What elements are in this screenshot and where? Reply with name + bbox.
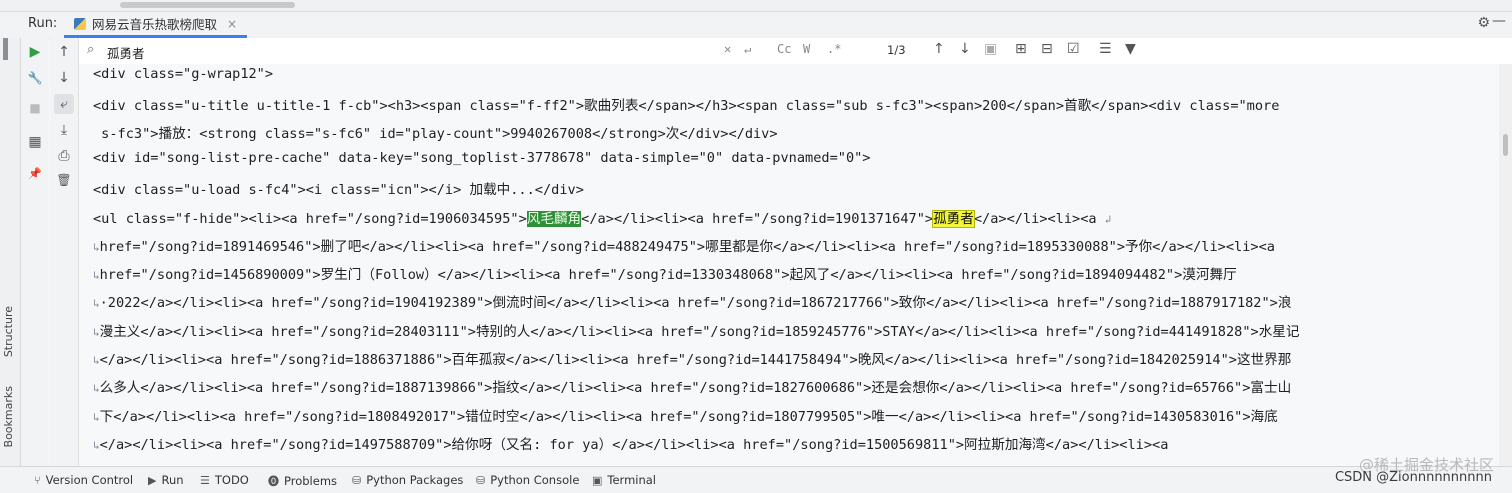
bottom-tool-bar: ⑂ Version Control ▶ Run ☰ TODO ⓿ Problems ⛁ P… xyxy=(0,466,1512,493)
code-fragment: <ul class="f-hide"><li><a href="/song?id… xyxy=(93,211,527,227)
select-all-matches-icon[interactable]: ▣ xyxy=(984,41,997,57)
whole-words-toggle[interactable]: W xyxy=(803,42,810,56)
horizontal-scrollbar[interactable] xyxy=(120,2,295,8)
soft-wrap-start-icon: ↳ xyxy=(93,354,100,367)
packages-icon: ⛁ xyxy=(352,473,362,487)
new-line-icon[interactable]: ↵ xyxy=(744,42,751,56)
tab-python-console[interactable]: ⛁ Python Console xyxy=(476,473,579,487)
python-console-icon: ⛁ xyxy=(476,473,486,487)
terminal-icon: ▣ xyxy=(592,473,603,487)
left-tool-strip: Structure Bookmarks xyxy=(0,38,21,466)
git-branch-icon: ⑂ xyxy=(34,473,41,487)
next-match-icon[interactable]: ↓ xyxy=(959,41,971,57)
run-toolbar-primary: ▶ 🔧 ■ ▦ 📌 xyxy=(21,38,49,466)
top-scroll-strip xyxy=(0,0,1512,12)
code-line: ↳漫主义</a></li><li><a href="/song?id=28403… xyxy=(93,324,1300,340)
tab-run[interactable]: ▶ Run xyxy=(148,473,184,487)
tab-version-control[interactable]: ⑂ Version Control xyxy=(34,473,133,487)
match-count: 1/3 xyxy=(887,43,906,57)
layout-icon[interactable]: ▦ xyxy=(25,132,45,152)
soft-wrap-start-icon: ↳ xyxy=(93,241,100,254)
code-fragment: </a></li><li><a href="/song?id=190137164… xyxy=(581,211,934,227)
tab-python-packages[interactable]: ⛁ Python Packages xyxy=(352,473,463,487)
match-case-toggle[interactable]: Cc xyxy=(777,42,791,56)
run-panel-header: Run: 网易云音乐热歌榜爬取 × ⚙ — xyxy=(0,12,1512,39)
tab-todo[interactable]: ☰ TODO xyxy=(200,473,249,487)
search-match-current: 孤勇者 xyxy=(932,210,975,228)
code-line: ↳</a></li><li><a href="/song?id=18863718… xyxy=(93,352,1292,368)
soft-wrap-start-icon: ↳ xyxy=(93,382,100,395)
clear-search-icon[interactable]: ✕ xyxy=(724,42,731,56)
soft-wrap-start-icon: ↳ xyxy=(93,439,100,452)
soft-wrap-start-icon: ↳ xyxy=(93,269,100,282)
code-line: ↳href="/song?id=1891469546">删了吧</a></li>… xyxy=(93,239,1275,255)
stop-icon[interactable]: ■ xyxy=(25,98,45,118)
list-icon: ☰ xyxy=(200,473,210,487)
select-occurrences-icon[interactable]: ☑ xyxy=(1067,41,1080,57)
code-line: ↳么多人</a></li><li><a href="/song?id=18871… xyxy=(93,380,1292,396)
code-line: <div class="u-load s-fc4"><i class="icn"… xyxy=(93,182,584,198)
remove-selection-icon[interactable]: ⊟ xyxy=(1041,41,1053,57)
search-match-other: 风毛麟角 xyxy=(526,211,582,227)
code-line: <div class="u-title u-title-1 f-cb"><h3>… xyxy=(93,98,1280,114)
code-line: ↳href="/song?id=1456890009">罗生门（Follow）<… xyxy=(93,267,1237,283)
soft-wrap-end-icon: ↲ xyxy=(1104,213,1112,226)
soft-wrap-start-icon: ↳ xyxy=(93,411,100,424)
code-line: ↳下</a></li><li><a href="/song?id=1808492… xyxy=(93,409,1278,425)
code-fragment: </a></li><li><a xyxy=(973,211,1097,227)
close-tab-icon[interactable]: × xyxy=(227,17,237,31)
run-label: Run: xyxy=(28,16,58,31)
soft-wrap-start-icon: ↳ xyxy=(93,297,100,310)
scrollbar-thumb[interactable] xyxy=(1503,134,1508,156)
soft-wrap-start-icon: ↳ xyxy=(93,326,100,339)
vertical-scrollbar[interactable] xyxy=(1499,64,1512,466)
code-line: <div class="g-wrap12"> xyxy=(93,66,274,82)
rerun-icon[interactable]: ▶ xyxy=(25,42,45,62)
search-input[interactable]: 孤勇者 xyxy=(107,43,145,62)
soft-wrap-icon[interactable]: ⤶ xyxy=(54,94,74,114)
tab-problems[interactable]: ⓿ Problems xyxy=(268,473,337,489)
run-icon: ▶ xyxy=(148,473,157,487)
pin-icon[interactable]: 📌 xyxy=(25,164,45,184)
code-line: ↳·2022</a></li><li><a href="/song?id=190… xyxy=(93,295,1292,311)
print-icon[interactable]: ⎙ xyxy=(54,146,74,166)
code-line-with-matches: <ul class="f-hide"><li><a href="/song?id… xyxy=(93,207,1112,228)
run-toolbar-secondary: ↑ ↓ ⤶ ⤓ ⎙ 🗑 xyxy=(50,38,79,466)
search-icon: ⌕ xyxy=(87,42,95,57)
regex-toggle[interactable]: .* xyxy=(827,42,841,56)
code-line: ↳</a></li><li><a href="/song?id=14975887… xyxy=(93,437,1169,453)
active-indicator xyxy=(3,38,8,60)
code-line: s-fc3">播放：<strong class="s-fc6" id="play… xyxy=(93,126,778,142)
add-selection-icon[interactable]: ⊞ xyxy=(1015,41,1027,57)
tab-terminal[interactable]: ▣ Terminal xyxy=(592,473,656,487)
wrench-icon[interactable]: 🔧 xyxy=(25,68,45,88)
trash-icon[interactable]: 🗑 xyxy=(54,170,74,190)
filter-lines-icon[interactable]: ☰ xyxy=(1099,41,1112,57)
console-output[interactable]: <div class="g-wrap12"> <div class="u-tit… xyxy=(79,64,1499,466)
scroll-to-end-icon[interactable]: ⤓ xyxy=(54,120,74,140)
bookmarks-tool-tab[interactable]: Bookmarks xyxy=(2,386,15,447)
minimize-icon[interactable]: — xyxy=(1492,13,1506,29)
find-bar: ⌕ 孤勇者 ✕ ↵ Cc W .* 1/3 ↑ ↓ ▣ ⊞ ⊟ ☑ ☰ ▼ xyxy=(79,38,1512,65)
previous-match-icon[interactable]: ↑ xyxy=(933,41,945,57)
python-file-icon xyxy=(74,17,86,30)
structure-tool-tab[interactable]: Structure xyxy=(2,306,15,357)
watermark-csdn: CSDN @Zionnnnnnnnnn xyxy=(1334,470,1492,485)
up-arrow-icon[interactable]: ↑ xyxy=(54,42,74,62)
run-tab-title: 网易云音乐热歌榜爬取 xyxy=(92,17,218,32)
code-line: <div id="song-list-pre-cache" data-key="… xyxy=(93,150,871,166)
run-tab[interactable]: 网易云音乐热歌榜爬取 × xyxy=(64,12,248,38)
settings-gear-icon[interactable]: ⚙ xyxy=(1477,15,1490,31)
problems-icon: ⓿ xyxy=(268,475,279,488)
down-arrow-icon[interactable]: ↓ xyxy=(54,68,74,88)
filter-icon[interactable]: ▼ xyxy=(1125,41,1136,57)
